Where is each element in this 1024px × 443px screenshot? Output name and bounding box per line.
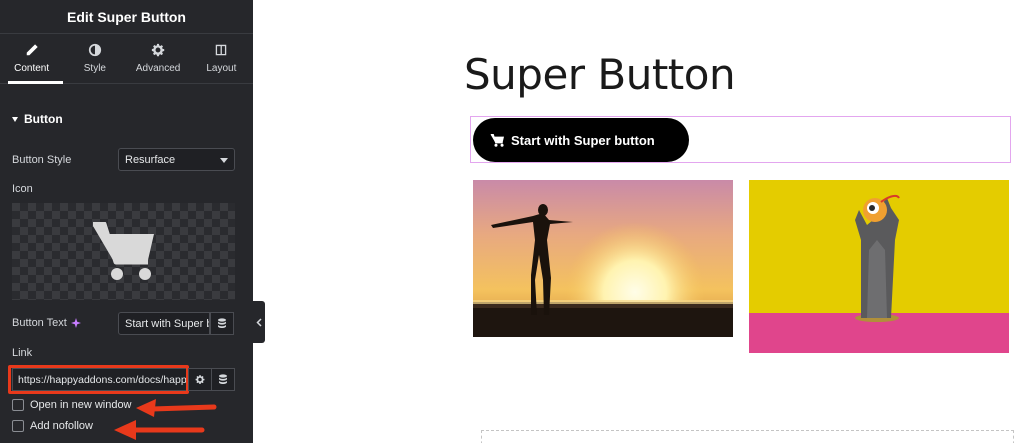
tab-layout-label: Layout bbox=[206, 63, 237, 74]
link-options-button[interactable] bbox=[188, 368, 212, 391]
editor-panel: Edit Super Button Content Style Advanced… bbox=[0, 0, 253, 443]
layout-icon bbox=[216, 44, 227, 56]
chevron-left-icon bbox=[256, 317, 262, 327]
dynamic-tags-button[interactable] bbox=[210, 312, 234, 335]
link-dynamic-tags-button[interactable] bbox=[211, 368, 235, 391]
tab-content[interactable]: Content bbox=[0, 34, 64, 84]
pencil-icon bbox=[26, 44, 38, 56]
button-text-label: Button Text bbox=[12, 317, 67, 329]
empty-section-dropzone[interactable] bbox=[481, 430, 1014, 443]
editor-window: Edit Super Button Content Style Advanced… bbox=[0, 0, 1024, 443]
tab-advanced[interactable]: Advanced bbox=[127, 34, 190, 83]
panel-header: Edit Super Button bbox=[0, 0, 253, 34]
section-title-label: Button bbox=[24, 112, 63, 126]
button-style-value: Resurface bbox=[125, 153, 176, 166]
super-button[interactable]: Start with Super button bbox=[473, 118, 689, 162]
open-new-window-label: Open in new window bbox=[30, 399, 132, 411]
button-style-select[interactable]: Resurface bbox=[118, 148, 235, 171]
tab-style[interactable]: Style bbox=[63, 34, 126, 83]
chevron-down-icon bbox=[220, 158, 228, 163]
add-nofollow-label: Add nofollow bbox=[30, 420, 93, 432]
cart-icon bbox=[490, 133, 504, 147]
link-label: Link bbox=[12, 347, 33, 359]
database-icon bbox=[218, 318, 226, 328]
super-button-label: Start with Super button bbox=[511, 132, 655, 148]
tab-content-label: Content bbox=[14, 63, 50, 74]
gear-icon bbox=[195, 375, 205, 384]
database-icon bbox=[219, 374, 227, 384]
page-title: Super Button bbox=[464, 50, 736, 99]
checkbox-box[interactable] bbox=[12, 399, 24, 411]
button-text-value: Start with Super b bbox=[125, 317, 210, 330]
sparkle-ai-icon[interactable] bbox=[70, 318, 81, 328]
panel-collapse-button[interactable] bbox=[253, 301, 265, 343]
tab-style-label: Style bbox=[83, 63, 106, 74]
add-nofollow-checkbox[interactable]: Add nofollow bbox=[12, 420, 93, 432]
button-text-label-row: Button Text bbox=[12, 317, 81, 329]
link-value: https://happyaddons.com/docs/happy bbox=[18, 373, 187, 386]
open-new-window-checkbox[interactable]: Open in new window bbox=[12, 399, 132, 411]
link-input[interactable]: https://happyaddons.com/docs/happy bbox=[12, 368, 187, 391]
hand-holding-eyeball-image bbox=[749, 180, 1009, 353]
caret-down-icon bbox=[12, 116, 18, 122]
sunset-silhouette-image bbox=[473, 180, 733, 337]
checkbox-box[interactable] bbox=[12, 420, 24, 432]
panel-title: Edit Super Button bbox=[67, 8, 186, 25]
section-toggle-button[interactable]: Button bbox=[12, 112, 63, 126]
tab-layout[interactable]: Layout bbox=[190, 34, 253, 83]
icon-picker[interactable] bbox=[12, 203, 235, 300]
icon-label: Icon bbox=[12, 183, 33, 195]
button-text-input[interactable]: Start with Super b bbox=[118, 312, 210, 335]
gear-icon bbox=[152, 43, 165, 57]
half-circle-icon bbox=[88, 43, 101, 57]
button-style-label: Button Style bbox=[12, 154, 72, 166]
cart-icon bbox=[92, 221, 154, 280]
panel-tabs: Content Style Advanced Layout bbox=[0, 34, 253, 84]
tab-advanced-label: Advanced bbox=[135, 63, 181, 74]
